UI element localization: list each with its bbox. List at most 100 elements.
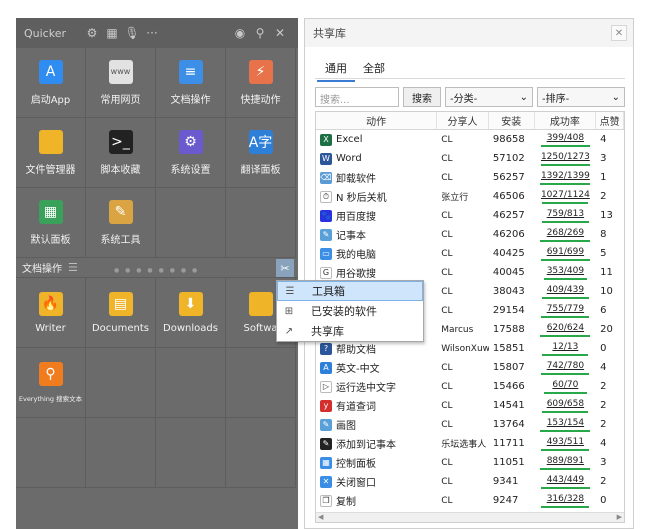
cell-success-rate[interactable]: 691/699	[535, 244, 597, 263]
cell-success-rate[interactable]: 889/891	[535, 453, 597, 472]
action-tile[interactable]: ⚙ 系统设置	[156, 118, 226, 188]
success-rate-link[interactable]: 493/511	[547, 437, 584, 448]
success-rate-link[interactable]: 609/658	[547, 399, 584, 410]
user-icon[interactable]: ◉	[230, 23, 250, 43]
action-tile[interactable]: www 常用网页	[86, 48, 156, 118]
action-tile[interactable]: ✎ 系统工具	[86, 188, 156, 258]
close-icon[interactable]: ✕	[270, 23, 290, 43]
menu-item[interactable]: ☰ 工具箱	[277, 281, 423, 301]
search-button[interactable]: 搜索	[403, 87, 441, 107]
column-header-installs[interactable]: 安装	[489, 112, 535, 129]
cell-success-rate[interactable]: 755/779	[535, 301, 597, 320]
success-rate-link[interactable]: 268/269	[547, 228, 584, 239]
gear-icon[interactable]: ⚙	[82, 23, 102, 43]
cell-success-rate[interactable]: 1027/1124	[535, 187, 597, 206]
success-rate-link[interactable]: 60/70	[552, 380, 578, 391]
success-rate-link[interactable]: 399/408	[547, 133, 584, 144]
toolbox-icon[interactable]: ✂	[276, 259, 294, 277]
table-row[interactable]: ✎ 添加到记事本 乐坛选事人 11711 493/511 4	[316, 434, 624, 453]
table-row[interactable]: X Excel CL 98658 399/408 4	[316, 130, 624, 149]
cell-success-rate[interactable]: 399/408	[535, 130, 597, 149]
cell-success-rate[interactable]: 1250/1273	[535, 149, 597, 168]
column-header-sharer[interactable]: 分享人	[437, 112, 489, 129]
menu-item[interactable]: ↗ 共享库	[277, 321, 423, 341]
success-rate-link[interactable]: 620/624	[547, 323, 584, 334]
page-dots[interactable]: ● ● ● ● ● ● ● ●	[114, 267, 199, 274]
table-row[interactable]: ❐ 复制 CL 9247 316/328 0	[316, 491, 624, 510]
table-row[interactable]: ⏱ N 秒后关机 张立行 46506 1027/1124 2	[316, 187, 624, 206]
success-rate-link[interactable]: 755/779	[547, 304, 584, 315]
success-rate-link[interactable]: 1027/1124	[541, 190, 590, 201]
cell-sharer: CL	[441, 267, 453, 278]
table-row[interactable]: y 有道查词 CL 14541 609/658 2	[316, 396, 624, 415]
close-icon[interactable]: ✕	[611, 25, 627, 41]
more-icon[interactable]: ···	[142, 23, 162, 43]
action-tile[interactable]: A 启动App	[16, 48, 86, 118]
qr-code-icon[interactable]: ▦	[102, 23, 122, 43]
success-rate-link[interactable]: 1250/1273	[541, 152, 590, 163]
table-row[interactable]: ✕ 关闭窗口 CL 9341 443/449 2	[316, 472, 624, 491]
cell-success-rate[interactable]: 268/269	[535, 225, 597, 244]
cell-success-rate[interactable]: 353/409	[535, 263, 597, 282]
search-input[interactable]: 搜索...	[315, 87, 399, 107]
success-rate-link[interactable]: 353/409	[547, 266, 584, 277]
action-tile[interactable]: ⚲ Everything 搜索文本	[16, 348, 86, 418]
success-rate-link[interactable]: 316/328	[547, 494, 584, 505]
table-row[interactable]: ▷ 运行选中文字 CL 15466 60/70 2	[316, 377, 624, 396]
cell-sharer: CL	[441, 229, 453, 240]
menu-item[interactable]: ⊞ 已安装的软件	[277, 301, 423, 321]
action-tile[interactable]: ▦ 默认面板	[16, 188, 86, 258]
table-row[interactable]: ▦ 控制面板 CL 11051 889/891 3	[316, 453, 624, 472]
action-tile[interactable]: ⬇ Downloads	[156, 278, 226, 348]
cell-installs: 11051	[492, 457, 525, 468]
cell-success-rate[interactable]: 153/154	[535, 415, 597, 434]
cell-success-rate[interactable]: 742/780	[535, 358, 597, 377]
table-row[interactable]: ▭ 我的电脑 CL 40425 691/699 5	[316, 244, 624, 263]
action-tile[interactable]: 文件管理器	[16, 118, 86, 188]
scroll-left-icon[interactable]: ◀	[318, 513, 323, 521]
success-rate-link[interactable]: 153/154	[547, 418, 584, 429]
pin-icon[interactable]: ⚲	[250, 23, 270, 43]
action-tile[interactable]: >_ 脚本收藏	[86, 118, 156, 188]
microphone-icon[interactable]: 🎙	[122, 23, 142, 43]
table-row[interactable]: ✎ 记事本 CL 46206 268/269 8	[316, 225, 624, 244]
success-rate-link[interactable]: 1392/1399	[541, 171, 590, 182]
cell-success-rate[interactable]: 60/70	[535, 377, 597, 396]
scroll-right-icon[interactable]: ▶	[617, 513, 622, 521]
cell-success-rate[interactable]: 493/511	[535, 434, 597, 453]
success-rate-link[interactable]: 443/449	[547, 475, 584, 486]
action-tile[interactable]: A字 翻译面板	[226, 118, 296, 188]
cell-success-rate[interactable]: 443/449	[535, 472, 597, 491]
success-rate-link[interactable]: 691/699	[547, 247, 584, 258]
table-row[interactable]: 🐾 用百度搜 CL 46257 759/813 13	[316, 206, 624, 225]
cell-success-rate[interactable]: 609/658	[535, 396, 597, 415]
success-rate-link[interactable]: 742/780	[547, 361, 584, 372]
category-select[interactable]: -分类- ⌄	[445, 87, 533, 107]
horizontal-scrollbar[interactable]: ◀ ▶	[316, 512, 624, 522]
cell-success-rate[interactable]: 409/439	[535, 282, 597, 301]
column-header-success-rate[interactable]: 成功率	[535, 112, 597, 129]
sort-select[interactable]: -排序- ⌄	[537, 87, 625, 107]
action-tile[interactable]: 🔥 Writer	[16, 278, 86, 348]
action-tile[interactable]: ⚡ 快捷动作	[226, 48, 296, 118]
action-tile[interactable]: ▤ Documents	[86, 278, 156, 348]
cell-action: ▷ 运行选中文字	[316, 377, 437, 396]
action-tile[interactable]: ≡ 文档操作	[156, 48, 226, 118]
success-rate-link[interactable]: 889/891	[547, 456, 584, 467]
success-rate-link[interactable]: 409/439	[547, 285, 584, 296]
menu-lines-icon[interactable]: ☰	[68, 261, 78, 274]
cell-success-rate[interactable]: 759/813	[535, 206, 597, 225]
table-row[interactable]: ⌫ 卸载软件 CL 56257 1392/1399 1	[316, 168, 624, 187]
table-row[interactable]: ✎ 画图 CL 13764 153/154 2	[316, 415, 624, 434]
cell-success-rate[interactable]: 1392/1399	[535, 168, 597, 187]
action-name: 复制	[336, 497, 356, 508]
table-row[interactable]: A 英文-中文 CL 15807 742/780 4	[316, 358, 624, 377]
success-rate-link[interactable]: 12/13	[552, 342, 578, 353]
cell-success-rate[interactable]: 316/328	[535, 491, 597, 510]
table-row[interactable]: W Word CL 57102 1250/1273 3	[316, 149, 624, 168]
success-rate-link[interactable]: 759/813	[547, 209, 584, 220]
cell-success-rate[interactable]: 620/624	[535, 320, 597, 339]
column-header-likes[interactable]: 点赞	[596, 112, 624, 129]
cell-success-rate[interactable]: 12/13	[535, 339, 597, 358]
column-header-action[interactable]: 动作	[316, 112, 438, 129]
